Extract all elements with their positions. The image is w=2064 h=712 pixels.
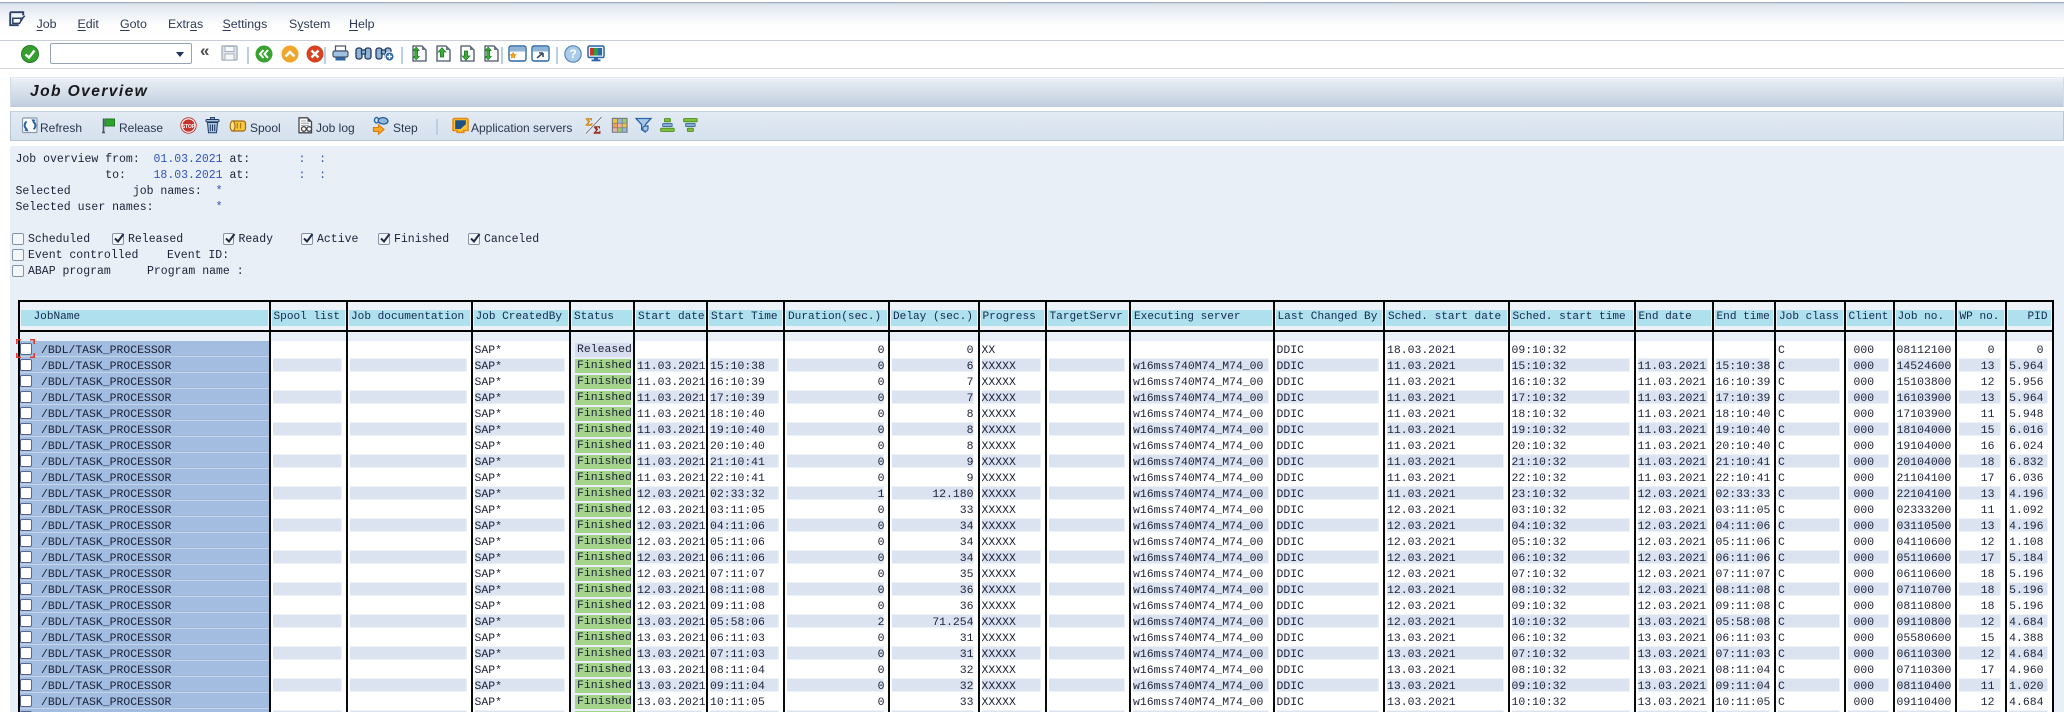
svg-text:STOP: STOP — [182, 124, 196, 130]
svg-text:?: ? — [569, 47, 576, 61]
